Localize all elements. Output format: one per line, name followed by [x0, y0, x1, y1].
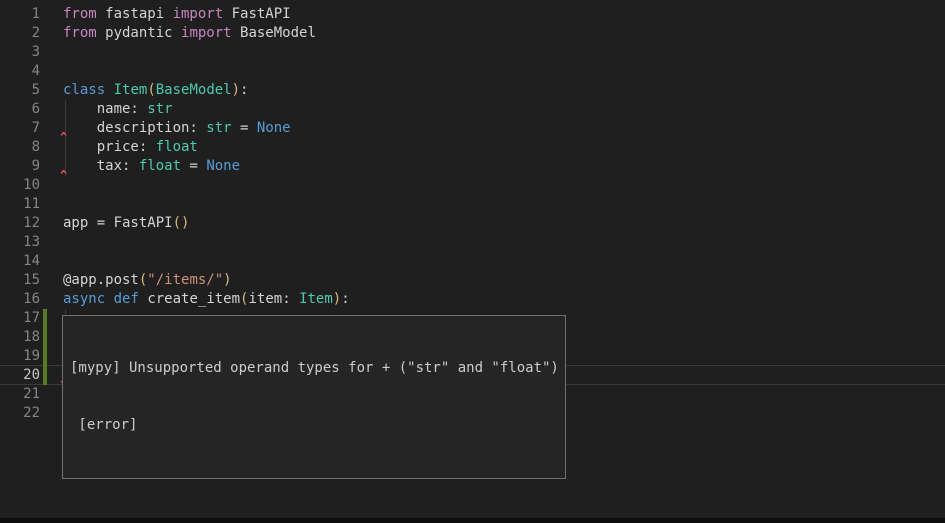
line-number[interactable]: 14 — [0, 252, 40, 271]
line-number[interactable]: 3 — [0, 43, 40, 62]
line-number[interactable]: 1 — [0, 5, 40, 24]
code-text: name: str — [40, 100, 173, 119]
code-text — [40, 195, 63, 214]
code-line[interactable]: 1from fastapi import FastAPI — [0, 5, 945, 24]
code-text — [40, 252, 63, 271]
line-number[interactable]: 12 — [0, 214, 40, 233]
code-line[interactable]: 8 price: float — [0, 138, 945, 157]
line-number[interactable]: 18 — [0, 328, 40, 347]
diagnostic-severity: [error] — [70, 416, 565, 435]
bottom-strip — [0, 518, 945, 523]
code-line[interactable]: 10 — [0, 176, 945, 195]
code-line[interactable]: 14 — [0, 252, 945, 271]
code-line[interactable]: 4 — [0, 62, 945, 81]
code-line[interactable]: 3 — [0, 43, 945, 62]
line-number[interactable]: 17 — [0, 309, 40, 328]
line-number[interactable]: 6 — [0, 100, 40, 119]
code-text: class Item(BaseModel): — [40, 81, 248, 100]
line-number[interactable]: 13 — [0, 233, 40, 252]
line-number[interactable]: 19 — [0, 347, 40, 366]
code-line[interactable]: 6 name: str — [0, 100, 945, 119]
code-text — [40, 43, 63, 62]
code-text: from fastapi import FastAPI — [40, 5, 291, 24]
line-number[interactable]: 11 — [0, 195, 40, 214]
line-number[interactable]: 16 — [0, 290, 40, 309]
line-number[interactable]: 9 — [0, 157, 40, 176]
diagnostic-message: [mypy] Unsupported operand types for + (… — [70, 359, 565, 378]
code-line[interactable]: 5class Item(BaseModel): — [0, 81, 945, 100]
code-text — [40, 233, 63, 252]
code-line[interactable]: 2from pydantic import BaseModel — [0, 24, 945, 43]
code-line[interactable]: 15@app.post("/items/") — [0, 271, 945, 290]
code-line[interactable]: 13 — [0, 233, 945, 252]
code-editor: 1from fastapi import FastAPI2from pydant… — [0, 0, 945, 523]
line-number[interactable]: 10 — [0, 176, 40, 195]
code-text: description: str = None — [40, 119, 291, 138]
code-line[interactable]: 16async def create_item(item: Item): — [0, 290, 945, 309]
code-text: from pydantic import BaseModel — [40, 24, 316, 43]
code-line[interactable]: 7 description: str = None — [0, 119, 945, 138]
line-number[interactable]: 22 — [0, 404, 40, 423]
diagnostic-tooltip: [mypy] Unsupported operand types for + (… — [62, 315, 566, 479]
code-text — [40, 404, 63, 423]
code-text: @app.post("/items/") — [40, 271, 232, 290]
line-number[interactable]: 21 — [0, 385, 40, 404]
code-line[interactable]: 11 — [0, 195, 945, 214]
code-text — [40, 62, 63, 81]
code-text: app = FastAPI() — [40, 214, 189, 233]
code-line[interactable]: 9 tax: float = None — [0, 157, 945, 176]
line-number[interactable]: 8 — [0, 138, 40, 157]
line-number[interactable]: 2 — [0, 24, 40, 43]
line-number[interactable]: 5 — [0, 81, 40, 100]
code-text: async def create_item(item: Item): — [40, 290, 350, 309]
line-number[interactable]: 15 — [0, 271, 40, 290]
gutter-change-bar — [43, 309, 47, 385]
line-number[interactable]: 7 — [0, 119, 40, 138]
code-line[interactable]: 12app = FastAPI() — [0, 214, 945, 233]
line-number[interactable]: 4 — [0, 62, 40, 81]
error-squiggle: ^ — [60, 169, 67, 181]
code-text: tax: float = None — [40, 157, 240, 176]
error-squiggle: ^ — [60, 131, 67, 143]
